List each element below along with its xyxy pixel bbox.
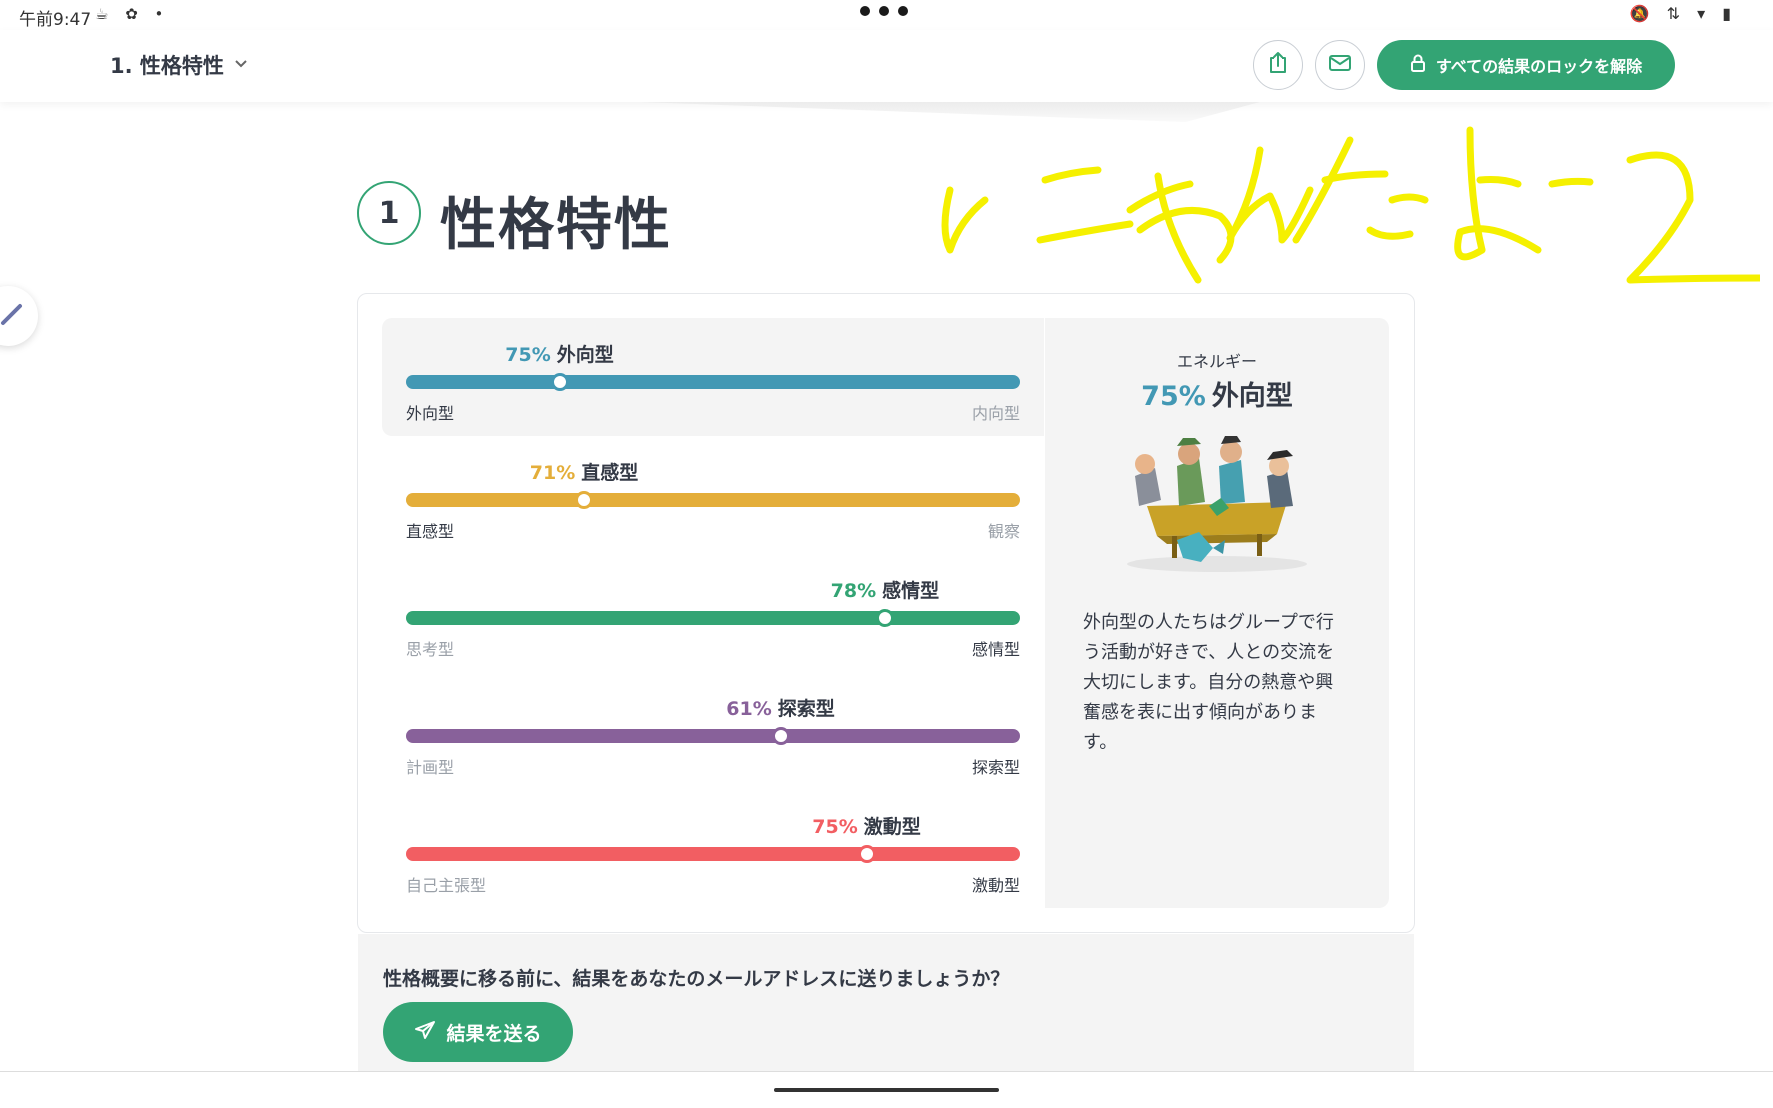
- trait-right-label: 激動型: [971, 876, 1020, 895]
- trait-heading: 78% 感情型: [831, 576, 940, 603]
- navigation-divider: [0, 1071, 1773, 1072]
- trait-percent: 61%: [726, 698, 772, 720]
- trait-left-label: 外向型: [406, 404, 455, 423]
- chevron-down-icon: [234, 57, 248, 73]
- trait-name: 直感型: [581, 462, 639, 484]
- trait-name: 外向型: [556, 344, 614, 366]
- trait-name: 激動型: [863, 816, 921, 838]
- notification-icons: ☕ ✿ •: [95, 5, 170, 23]
- system-status-icons: 🔕 ⇅ ▾ ▮: [1629, 4, 1737, 23]
- section-selector[interactable]: 1. 性格特性: [110, 50, 248, 80]
- mail-icon: [1328, 53, 1352, 77]
- trait-detail-name: 外向型: [1211, 381, 1293, 412]
- trait-bar: [406, 611, 1020, 625]
- more-dots-icon[interactable]: [860, 6, 908, 16]
- pen-icon: [0, 302, 24, 330]
- trait-percent: 75%: [812, 816, 858, 838]
- trait-heading: 75% 激動型: [812, 812, 921, 839]
- trait-heading: 61% 探索型: [726, 694, 835, 721]
- trait-right-label: 観察: [987, 522, 1020, 541]
- section-number-badge: 1: [357, 181, 421, 245]
- trait-detail-panel: エネルギー 75%外向型 外向型の人たちはグループで行う活動が好きで、人との交: [1045, 318, 1389, 908]
- send-results-label: 結果を送る: [446, 1022, 542, 1045]
- trait-row[interactable]: 71% 直感型 直感型 観察: [382, 436, 1044, 554]
- trait-percent: 71%: [529, 462, 576, 484]
- trait-right-label: 感情型: [971, 640, 1020, 659]
- gesture-nav-handle[interactable]: [774, 1088, 999, 1092]
- send-results-section: 性格概要に移る前に、結果をあなたのメールアドレスに送りましょうか？ 結果を送る: [358, 934, 1414, 1072]
- trait-heading: 71% 直感型: [530, 458, 639, 485]
- unlock-label: すべての結果のロックを解除: [1435, 57, 1643, 76]
- trait-slider-knob: [771, 727, 790, 745]
- trait-bar: [406, 493, 1020, 507]
- trait-row[interactable]: 78% 感情型 思考型 感情型: [382, 554, 1044, 672]
- trait-row[interactable]: 61% 探索型 計画型 探索型: [382, 672, 1044, 790]
- trait-row[interactable]: 75% 激動型 自己主張型 激動型: [382, 790, 1044, 908]
- trait-name: 探索型: [777, 698, 835, 720]
- status-time: 午前9:47: [19, 10, 92, 30]
- send-results-button[interactable]: 結果を送る: [383, 1002, 573, 1062]
- trait-name: 感情型: [882, 580, 940, 602]
- trait-slider-knob: [857, 845, 876, 863]
- trait-row[interactable]: 75% 外向型 外向型 内向型: [382, 318, 1044, 436]
- section-selector-label: 1. 性格特性: [110, 54, 224, 78]
- trait-right-label: 内向型: [971, 404, 1020, 423]
- trait-left-label: 計画型: [406, 758, 455, 777]
- trait-percent: 78%: [830, 580, 877, 602]
- trait-detail-percent: 75%: [1141, 381, 1206, 412]
- page-title: 性格特性: [440, 193, 672, 258]
- trait-bar: [406, 847, 1020, 861]
- share-icon: [1266, 51, 1290, 79]
- trait-description: 外向型の人たちはグループで行う活動が好きで、人との交流を大切にします。自分の熱意…: [1083, 612, 1335, 753]
- trait-slider-knob: [875, 609, 894, 627]
- lock-icon: [1410, 54, 1426, 76]
- unlock-all-results-button[interactable]: すべての結果のロックを解除: [1377, 40, 1675, 90]
- trait-category: エネルギー: [1176, 352, 1257, 371]
- trait-right-label: 探索型: [971, 758, 1020, 777]
- send-results-prompt: 性格概要に移る前に、結果をあなたのメールアドレスに送りましょうか？: [383, 968, 1010, 990]
- trait-left-label: 自己主張型: [406, 876, 487, 895]
- extravert-illustration: [1117, 436, 1317, 576]
- trait-slider-knob: [550, 373, 569, 391]
- trait-detail-value: 75% 外向型: [1045, 374, 1389, 413]
- trait-bar: [406, 375, 1020, 389]
- share-button[interactable]: [1253, 40, 1303, 90]
- trait-percent: 75%: [505, 344, 551, 366]
- status-bar: 午前9:47 ☕ ✿ • 🔕 ⇅ ▾ ▮: [0, 0, 1773, 30]
- trait-bar: [406, 729, 1020, 743]
- trait-left-label: 思考型: [406, 640, 455, 659]
- trait-heading: 75% 外向型: [505, 340, 614, 367]
- header-shadow-decoration: [640, 102, 1260, 122]
- email-button[interactable]: [1315, 40, 1365, 90]
- trait-slider-knob: [575, 491, 594, 509]
- send-icon: [414, 1020, 436, 1045]
- trait-left-label: 直感型: [406, 522, 455, 541]
- annotation-tool-tab[interactable]: [0, 286, 38, 346]
- top-header: 1. 性格特性 すべての結果のロックを解除: [0, 30, 1773, 102]
